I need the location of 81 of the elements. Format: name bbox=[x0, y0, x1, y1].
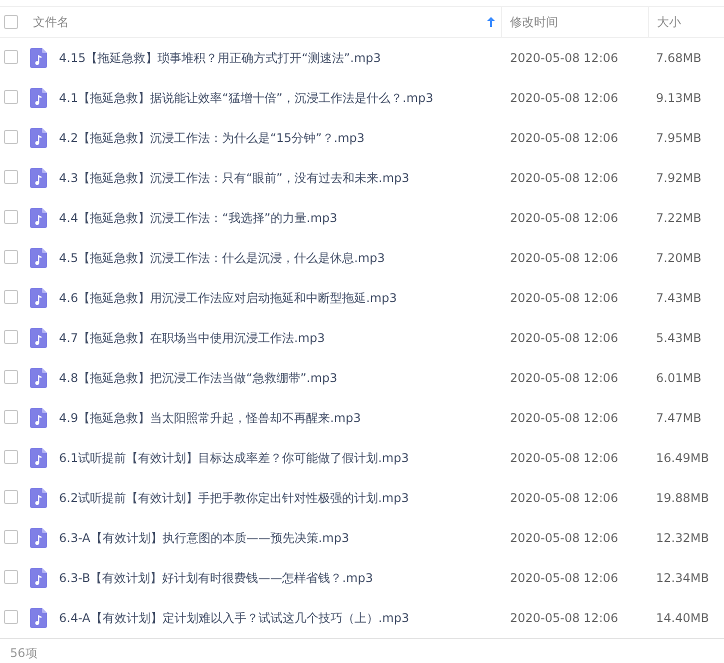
file-size: 7.92MB bbox=[655, 171, 702, 185]
music-file-icon bbox=[30, 608, 47, 628]
checkbox[interactable] bbox=[4, 370, 18, 384]
modified-time: 2020-05-08 12:06 bbox=[509, 571, 618, 585]
sort-arrow-icon[interactable] bbox=[487, 17, 495, 27]
column-header[interactable]: 修改时间 bbox=[510, 14, 648, 30]
file-name[interactable]: 6.1试听提前【有效计划】目标达成率差？你可能做了假计划.mp3 bbox=[59, 450, 409, 466]
music-file-icon bbox=[30, 48, 47, 68]
file-name[interactable]: 6.4-A【有效计划】定计划难以入手？试试这几个技巧（上）.mp3 bbox=[59, 610, 410, 626]
music-file-icon bbox=[30, 288, 47, 308]
checkbox[interactable] bbox=[4, 410, 18, 424]
modified-time: 2020-05-08 12:06 bbox=[509, 131, 618, 145]
music-file-icon bbox=[30, 368, 47, 388]
file-name[interactable]: 6.3-A【有效计划】执行意图的本质——预先决策.mp3 bbox=[59, 530, 350, 546]
file-size: 12.32MB bbox=[655, 531, 709, 545]
checkbox[interactable] bbox=[4, 50, 18, 64]
file-size: 12.34MB bbox=[655, 571, 709, 585]
checkbox[interactable] bbox=[4, 490, 18, 504]
checkbox[interactable] bbox=[4, 90, 18, 104]
checkbox[interactable] bbox=[4, 250, 18, 264]
modified-time: 2020-05-08 12:06 bbox=[509, 411, 618, 425]
file-name[interactable]: 4.4【拖延急救】沉浸工作法：“我选择”的力量.mp3 bbox=[59, 210, 338, 226]
music-file-icon bbox=[30, 488, 47, 508]
file-size: 7.43MB bbox=[655, 291, 702, 305]
modified-time: 2020-05-08 12:06 bbox=[509, 491, 618, 505]
checkbox[interactable] bbox=[4, 210, 18, 224]
file-name[interactable]: 6.2试听提前【有效计划】手把手教你定出针对性极强的计划.mp3 bbox=[59, 490, 409, 506]
music-file-icon bbox=[30, 128, 47, 148]
modified-time: 2020-05-08 12:06 bbox=[509, 251, 618, 265]
checkbox[interactable] bbox=[4, 570, 18, 584]
item-count: 56项 bbox=[10, 644, 38, 662]
file-name[interactable]: 4.8【拖延急救】把沉浸工作法当做“急救绷带”.mp3 bbox=[59, 370, 338, 386]
music-file-icon bbox=[30, 328, 47, 348]
column-header[interactable]: 文件名 bbox=[33, 14, 487, 30]
file-size: 6.01MB bbox=[655, 371, 702, 385]
file-size: 5.43MB bbox=[655, 331, 702, 345]
file-size: 7.68MB bbox=[655, 51, 702, 65]
modified-time: 2020-05-08 12:06 bbox=[509, 451, 618, 465]
modified-time: 2020-05-08 12:06 bbox=[509, 51, 618, 65]
music-file-icon bbox=[30, 448, 47, 468]
file-name[interactable]: 4.6【拖延急救】用沉浸工作法应对启动拖延和中断型拖延.mp3 bbox=[59, 290, 397, 306]
modified-time: 2020-05-08 12:06 bbox=[509, 211, 618, 225]
music-file-icon bbox=[30, 248, 47, 268]
file-name[interactable]: 4.7【拖延急救】在职场当中使用沉浸工作法.mp3 bbox=[59, 330, 325, 346]
file-name[interactable]: 4.5【拖延急救】沉浸工作法：什么是沉浸，什么是休息.mp3 bbox=[59, 250, 385, 266]
column-header[interactable]: 大小 bbox=[657, 14, 724, 30]
music-file-icon bbox=[30, 408, 47, 428]
file-name[interactable]: 6.3-B【有效计划】好计划有时很费钱——怎样省钱？.mp3 bbox=[59, 570, 373, 586]
modified-time: 2020-05-08 12:06 bbox=[509, 531, 618, 545]
file-size: 7.22MB bbox=[655, 211, 702, 225]
file-size: 7.95MB bbox=[655, 131, 702, 145]
music-file-icon bbox=[30, 528, 47, 548]
music-file-icon bbox=[30, 568, 47, 588]
checkbox[interactable] bbox=[4, 610, 18, 624]
modified-time: 2020-05-08 12:06 bbox=[509, 91, 618, 105]
checkbox[interactable] bbox=[4, 15, 18, 29]
file-size: 16.49MB bbox=[655, 451, 709, 465]
checkbox[interactable] bbox=[4, 130, 18, 144]
file-size: 7.47MB bbox=[655, 411, 702, 425]
music-file-icon bbox=[30, 208, 47, 228]
checkbox[interactable] bbox=[4, 330, 18, 344]
music-file-icon bbox=[30, 168, 47, 188]
music-file-icon bbox=[30, 88, 47, 108]
checkbox[interactable] bbox=[4, 170, 18, 184]
checkbox[interactable] bbox=[4, 450, 18, 464]
checkbox[interactable] bbox=[4, 530, 18, 544]
modified-time: 2020-05-08 12:06 bbox=[509, 611, 618, 625]
file-size: 19.88MB bbox=[655, 491, 709, 505]
modified-time: 2020-05-08 12:06 bbox=[509, 371, 618, 385]
file-name[interactable]: 4.1【拖延急救】据说能让效率“猛增十倍”，沉浸工作法是什么？.mp3 bbox=[59, 90, 434, 106]
modified-time: 2020-05-08 12:06 bbox=[509, 291, 618, 305]
modified-time: 2020-05-08 12:06 bbox=[509, 331, 618, 345]
checkbox[interactable] bbox=[4, 290, 18, 304]
file-name[interactable]: 4.2【拖延急救】沉浸工作法：为什么是“15分钟”？.mp3 bbox=[59, 130, 365, 146]
file-name[interactable]: 4.9【拖延急救】当太阳照常升起，怪兽却不再醒来.mp3 bbox=[59, 410, 361, 426]
file-name[interactable]: 4.3【拖延急救】沉浸工作法：只有“眼前”，没有过去和未来.mp3 bbox=[59, 170, 410, 186]
modified-time: 2020-05-08 12:06 bbox=[509, 171, 618, 185]
file-size: 14.40MB bbox=[655, 611, 709, 625]
file-size: 9.13MB bbox=[655, 91, 702, 105]
file-name[interactable]: 4.15【拖延急救】琐事堆积？用正确方式打开“测速法”.mp3 bbox=[59, 50, 381, 66]
file-size: 7.20MB bbox=[655, 251, 702, 265]
